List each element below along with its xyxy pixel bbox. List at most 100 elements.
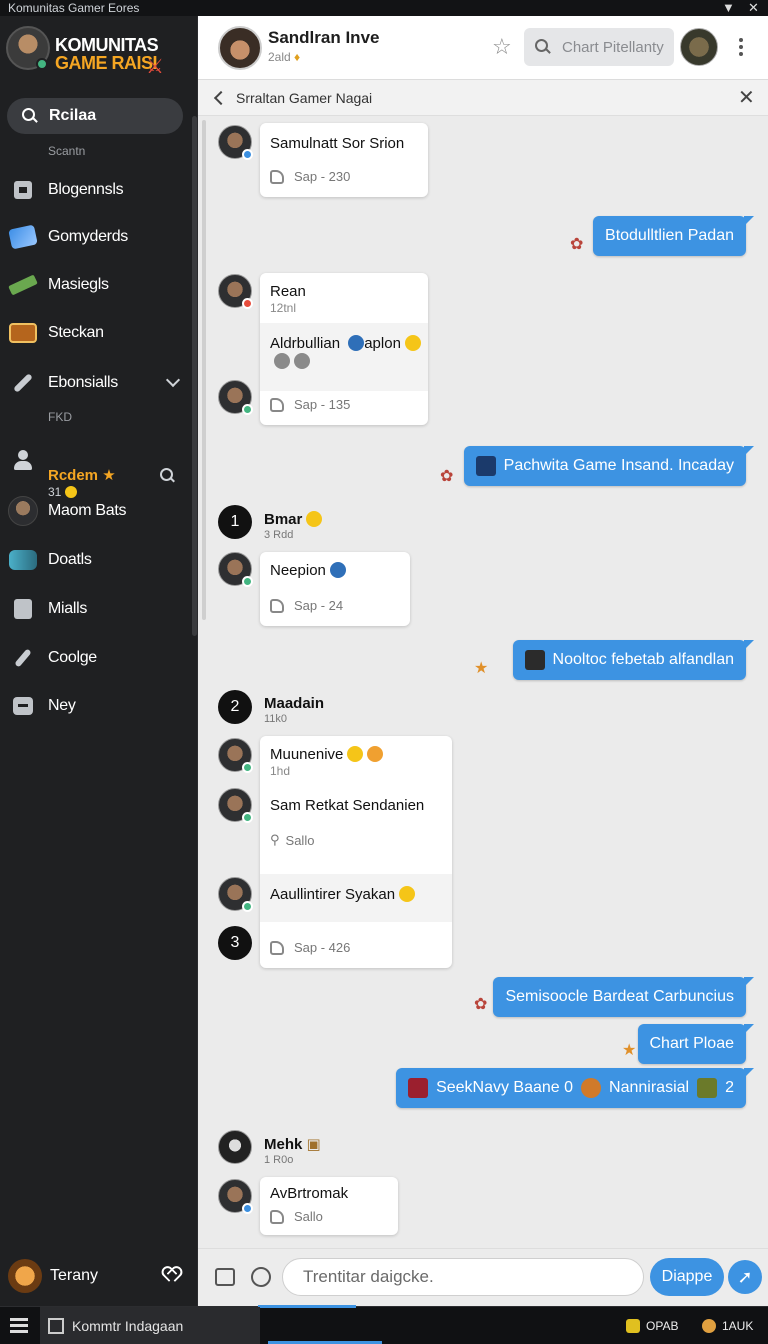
chest-icon <box>581 1078 602 1098</box>
tray-item[interactable]: 1AUK <box>702 1319 753 1333</box>
message-avatar[interactable] <box>218 1179 253 1214</box>
star-reaction-icon[interactable]: ★ <box>622 1040 636 1060</box>
chat-scrollbar[interactable] <box>202 120 206 620</box>
sword-logo-icon: ⚔ <box>146 56 164 78</box>
reply-icon <box>270 598 284 613</box>
reaction-icon[interactable]: ✿ <box>440 466 453 486</box>
sidebar-item-coolge[interactable]: Coolge <box>0 638 196 678</box>
attach-icon[interactable] <box>215 1268 235 1286</box>
sidebar-item-blogennsls[interactable]: Blogennsls <box>0 170 196 210</box>
bag-icon <box>14 599 32 619</box>
sidebar-item-ney[interactable]: Ney <box>0 686 196 726</box>
message-footer: Sap - 135 <box>270 397 350 412</box>
globe-emoji <box>348 335 365 351</box>
outgoing-message[interactable]: SeekNavy Baane 0 Nannirasial 2 <box>396 1068 754 1108</box>
outgoing-message[interactable]: Nooltoc febetab alfandlan <box>512 640 755 680</box>
close-icon[interactable]: ✕ <box>738 88 755 108</box>
message-card[interactable]: Muunenive 1hd Sam Retkat Sendanien ⚲ Sall… <box>260 736 452 968</box>
search-icon[interactable] <box>160 468 176 484</box>
outgoing-message[interactable]: Chart Ploae <box>637 1024 754 1064</box>
recent-label: Rcdem ★ <box>48 467 116 484</box>
message-avatar[interactable] <box>218 738 253 773</box>
sidebar-item-gomyderds[interactable]: Gomyderds <box>0 217 196 257</box>
send-arrow-icon[interactable]: ➚ <box>728 1260 762 1294</box>
wifi-icon[interactable]: ▼ <box>722 0 735 16</box>
online-status-dot <box>36 58 48 70</box>
chevron-down-icon[interactable] <box>165 372 181 388</box>
message-avatar[interactable] <box>218 788 253 823</box>
person-icon <box>12 449 34 471</box>
smile-emoji <box>404 335 421 351</box>
user-avatar <box>8 1259 42 1293</box>
reply-icon <box>270 940 284 955</box>
sidebar-item-masiegls[interactable]: Masiegls <box>0 265 196 305</box>
community-avatar[interactable] <box>6 26 50 70</box>
chat-search-input[interactable]: Chart Pitellanty <box>524 28 674 66</box>
taskbar-indicator <box>258 1305 356 1308</box>
outgoing-message[interactable]: Btodulltlien Padan <box>593 216 754 256</box>
message-card[interactable]: Samulnatt Sor Srion Sap - 230 <box>260 123 428 197</box>
outgoing-message[interactable]: Semisoocle Bardeat Carbuncius <box>493 977 754 1017</box>
message-avatar[interactable] <box>218 877 253 912</box>
message-text: Muunenive <box>270 746 384 763</box>
message-footer: Sap - 230 <box>270 169 350 184</box>
message-avatar[interactable]: 2 <box>218 690 252 724</box>
avatar <box>8 496 38 526</box>
tray-item[interactable]: OPAB <box>626 1319 678 1333</box>
message-avatar[interactable] <box>218 125 253 160</box>
key-icon <box>626 1319 640 1333</box>
sender-name: Mehk ▣ <box>264 1136 321 1153</box>
message-avatar[interactable] <box>218 552 253 587</box>
message-input[interactable]: Trentitar daigcke. <box>282 1258 644 1296</box>
send-button[interactable]: Diappe <box>650 1258 724 1296</box>
message-card[interactable]: Rean 12tnl Aldrbullian aplon Sap - 135 <box>260 273 428 425</box>
message-avatar[interactable]: 1 <box>218 505 252 539</box>
message-card[interactable]: AvBrtromak Sallo <box>260 1177 398 1235</box>
trophy-icon <box>697 1078 718 1098</box>
gun-icon <box>8 274 38 296</box>
sidebar-search[interactable]: Rcilaa <box>7 98 183 134</box>
window-titlebar: Komunitas Gamer Eores ▼ ✕ <box>0 0 768 16</box>
taskbar: Kommtr Indagaan OPAB 1AUK <box>0 1305 768 1344</box>
message-avatar[interactable] <box>218 274 253 309</box>
message-avatar[interactable] <box>218 1130 252 1164</box>
sidebar-item-mialls[interactable]: Mialls <box>0 589 196 629</box>
message-footer: Sap - 24 <box>270 598 343 613</box>
sidebar-item-steckan[interactable]: Steckan <box>0 313 196 353</box>
search-sublabel: Scantn <box>48 144 86 158</box>
current-user[interactable]: Terany <box>0 1254 196 1298</box>
channel-title: Sandlran Inve <box>268 28 380 47</box>
taskbar-app[interactable]: Kommtr Indagaan <box>40 1307 260 1344</box>
message-composer: Trentitar daigcke. Diappe ➚ <box>198 1248 768 1306</box>
chat-header: Sandlran Inve 2ald ♦ ☆ Chart Pitellanty <box>198 16 768 80</box>
window-title: Komunitas Gamer Eores <box>8 1 140 15</box>
emoji-icon <box>702 1319 716 1333</box>
reaction-icon[interactable]: ✿ <box>570 234 583 254</box>
channel-avatar[interactable] <box>218 26 262 70</box>
menu-icon[interactable] <box>10 1318 28 1334</box>
outgoing-message[interactable]: Pachwita Game Insand. Incaday <box>463 446 755 486</box>
back-arrow-icon[interactable] <box>213 90 229 106</box>
sidebar-item-ebonsialls[interactable]: Ebonsialls <box>0 363 196 403</box>
reaction-icon[interactable]: ✿ <box>474 994 487 1014</box>
message-avatar[interactable]: 3 <box>218 926 252 960</box>
message-card[interactable]: Neepion Sap - 24 <box>260 552 410 626</box>
user-avatar[interactable] <box>680 28 718 66</box>
more-options-icon[interactable] <box>738 38 744 58</box>
sidebar: KOMUNITAS GAME RAISI ⚔ Rcilaa Scantn Blo… <box>0 16 198 1306</box>
star-reaction-icon[interactable]: ★ <box>474 658 488 678</box>
grid-icon <box>48 1318 64 1334</box>
sender-sub: 1 R0o <box>264 1154 294 1166</box>
message-avatar[interactable] <box>218 380 253 415</box>
sidebar-item-maom-bats[interactable]: Maom Bats <box>0 491 196 531</box>
message-text: Aldrbullian aplon <box>270 335 421 352</box>
message-footer: ⚲ Sallo <box>270 832 315 848</box>
sender-name: Bmar <box>264 511 323 528</box>
close-window-icon[interactable]: ✕ <box>748 0 759 16</box>
emoji-icon[interactable] <box>251 1267 271 1287</box>
message-footer: Sap - 426 <box>270 940 350 955</box>
sidebar-item-doatls[interactable]: Doatls <box>0 540 196 580</box>
star-icon[interactable]: ☆ <box>492 36 512 58</box>
heart-icon[interactable] <box>164 1268 178 1282</box>
thread-bar: Srraltan Gamer Nagai ✕ <box>198 80 768 116</box>
